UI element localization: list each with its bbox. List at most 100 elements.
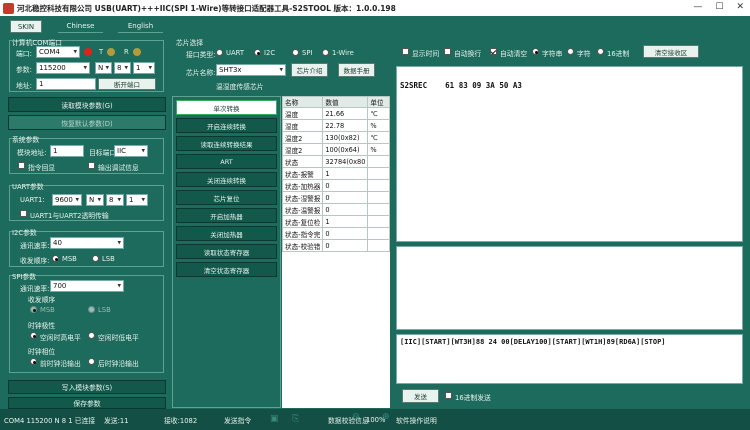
cmd-single-conversion-button[interactable]: 单次转换 [176,100,277,115]
read-params-button[interactable]: 读取模块参数(G) [8,97,166,112]
table-row[interactable]: 状态 32784(0x80 [281,155,390,168]
cmd-heater-on-button[interactable]: 开启加热器 [176,208,277,223]
maximize-icon[interactable]: ☐ [715,2,723,12]
cell-value: 0 [322,239,369,252]
secondary-receive-area[interactable] [396,246,743,330]
string-mode-radio[interactable] [532,48,539,55]
close-port-button[interactable]: 断开端口 [98,78,156,90]
status-port: COM4 115200 N 8 1 已连接 [4,416,96,425]
cell-value: 0 [322,227,369,240]
table-row[interactable]: 温度 21.66 ℃ [281,107,390,120]
uart-stopbits-select[interactable]: 1 [126,194,148,206]
cmd-heater-off-button[interactable]: 关闭加热器 [176,226,277,241]
table-row[interactable]: 状态-指令完 0 [281,227,390,240]
stopbits-select[interactable]: 1 [133,62,155,74]
table-row[interactable]: 状态-湿警报 0 [281,191,390,204]
cell-name: 状态-指令完 [281,227,324,240]
cell-value: 32784(0x80 [322,155,369,168]
iface-i2c-radio[interactable] [254,49,261,56]
debug-info-checkbox[interactable] [88,162,95,169]
char-mode-radio[interactable] [567,48,574,55]
cmd-art-button[interactable]: ART [176,154,277,169]
restore-defaults-button[interactable]: 恢复默认参数(D) [8,115,166,130]
parity-select[interactable]: N [95,62,112,74]
spi-pol-high-radio[interactable] [30,332,37,339]
module-addr-input[interactable]: 1 [50,145,84,157]
table-row[interactable]: 状态-加热器 0 [281,179,390,192]
uart-parity-select[interactable]: N [86,194,104,206]
cell-name: 状态-加热器 [281,179,324,192]
baud-select[interactable]: 115200 [36,62,90,74]
table-row[interactable]: 状态-温警报 0 [281,203,390,216]
write-params-button[interactable]: 写入模块参数(S) [8,380,166,394]
spi-order-title: 收发顺序 [28,296,56,304]
cell-name: 状态 [281,155,324,168]
send-button[interactable]: 发送 [402,389,439,403]
target-port-select[interactable]: IIC [114,145,148,157]
chip-name-select[interactable]: SHT3x [216,64,286,76]
auto-clear-checkbox[interactable] [490,48,497,55]
chip-intro-button[interactable]: 芯片介绍 [291,63,328,77]
zoom-out-icon[interactable]: ⊖ [352,412,360,422]
spi-phase-second-label: 后时钟沿输出 [98,360,139,368]
i2c-group-title: I2C参数 [12,229,37,237]
cmd-stop-continuous-button[interactable]: 关闭连续转换 [176,172,277,187]
i2c-speed-select[interactable]: 40 [50,237,124,249]
cell-unit [367,203,390,216]
iface-spi-radio[interactable] [292,49,299,56]
iface-1wire-radio[interactable] [322,49,329,56]
cell-value: 0 [322,203,369,216]
cell-value: 0 [322,179,369,192]
send-input[interactable]: [IIC][START][WT3H]88 24 00[DELAY100][STA… [396,334,743,384]
uart-databits-select[interactable]: 8 [106,194,124,206]
minimize-icon[interactable]: — [693,2,702,12]
tab-chinese[interactable]: Chinese [58,20,103,33]
table-row[interactable]: 状态-报警 1 [281,167,390,180]
cell-unit [367,215,390,228]
show-time-checkbox[interactable] [402,48,409,55]
cmd-start-continuous-button[interactable]: 开启连续转换 [176,118,277,133]
close-icon[interactable]: ✕ [736,2,744,12]
spi-speed-label: 通讯速率: [20,285,50,293]
spi-lsb-radio[interactable] [88,306,95,313]
databits-select[interactable]: 8 [114,62,131,74]
cmd-chip-reset-button[interactable]: 芯片复位 [176,190,277,205]
uart-baud-select[interactable]: 9600 [52,194,82,206]
chip-description: 温湿度传感芯片 [216,83,264,91]
cmd-read-continuous-button[interactable]: 读取连续转换结果 [176,136,277,151]
spi-speed-select[interactable]: 700 [50,280,124,292]
spi-phase-first-radio[interactable] [30,358,37,365]
chip-name-label: 芯片名称: [186,69,216,77]
table-row[interactable]: 湿度 22.78% [281,119,390,132]
zoom-in-icon[interactable]: ⊕ [382,412,390,422]
hex-mode-radio[interactable] [597,48,604,55]
save-params-button[interactable]: 保存参数 [8,397,166,409]
table-row[interactable]: 温度2 130(0x82) ℃ [281,131,390,144]
receive-area[interactable]: S2SREC 61 83 09 3A 50 A3 [396,66,743,242]
addr-input[interactable]: 1 [36,78,96,90]
export-icon[interactable]: ⎘ [292,414,299,424]
tab-skin[interactable]: SKIN [10,20,42,33]
table-row[interactable]: 湿度2 100(0x64)% [281,143,390,156]
table-row[interactable]: 状态-复位检 1 [281,215,390,228]
save-icon[interactable]: ▣ [270,414,279,424]
port-select[interactable]: COM4 [36,46,80,58]
spi-phase-second-radio[interactable] [88,358,95,365]
cmd-echo-checkbox[interactable] [18,162,25,169]
passthrough-checkbox[interactable] [20,210,27,217]
datasheet-button[interactable]: 数据手册 [338,63,375,77]
i2c-msb-radio[interactable] [52,255,59,262]
clear-receive-button[interactable]: 清空接收区 [643,45,699,58]
cell-unit: ℃ [367,107,390,120]
cmd-clear-status-button[interactable]: 清空状态寄存器 [176,262,277,277]
hex-send-checkbox[interactable] [445,392,452,399]
table-row[interactable]: 状态-校验错 0 [281,239,390,252]
port-label: 端口: [16,50,32,58]
tab-english[interactable]: English [118,20,163,33]
iface-uart-radio[interactable] [216,49,223,56]
i2c-lsb-radio[interactable] [92,255,99,262]
auto-wrap-checkbox[interactable] [444,48,451,55]
cmd-read-status-button[interactable]: 读取状态寄存器 [176,244,277,259]
spi-pol-low-radio[interactable] [88,332,95,339]
spi-msb-radio[interactable] [30,306,37,313]
